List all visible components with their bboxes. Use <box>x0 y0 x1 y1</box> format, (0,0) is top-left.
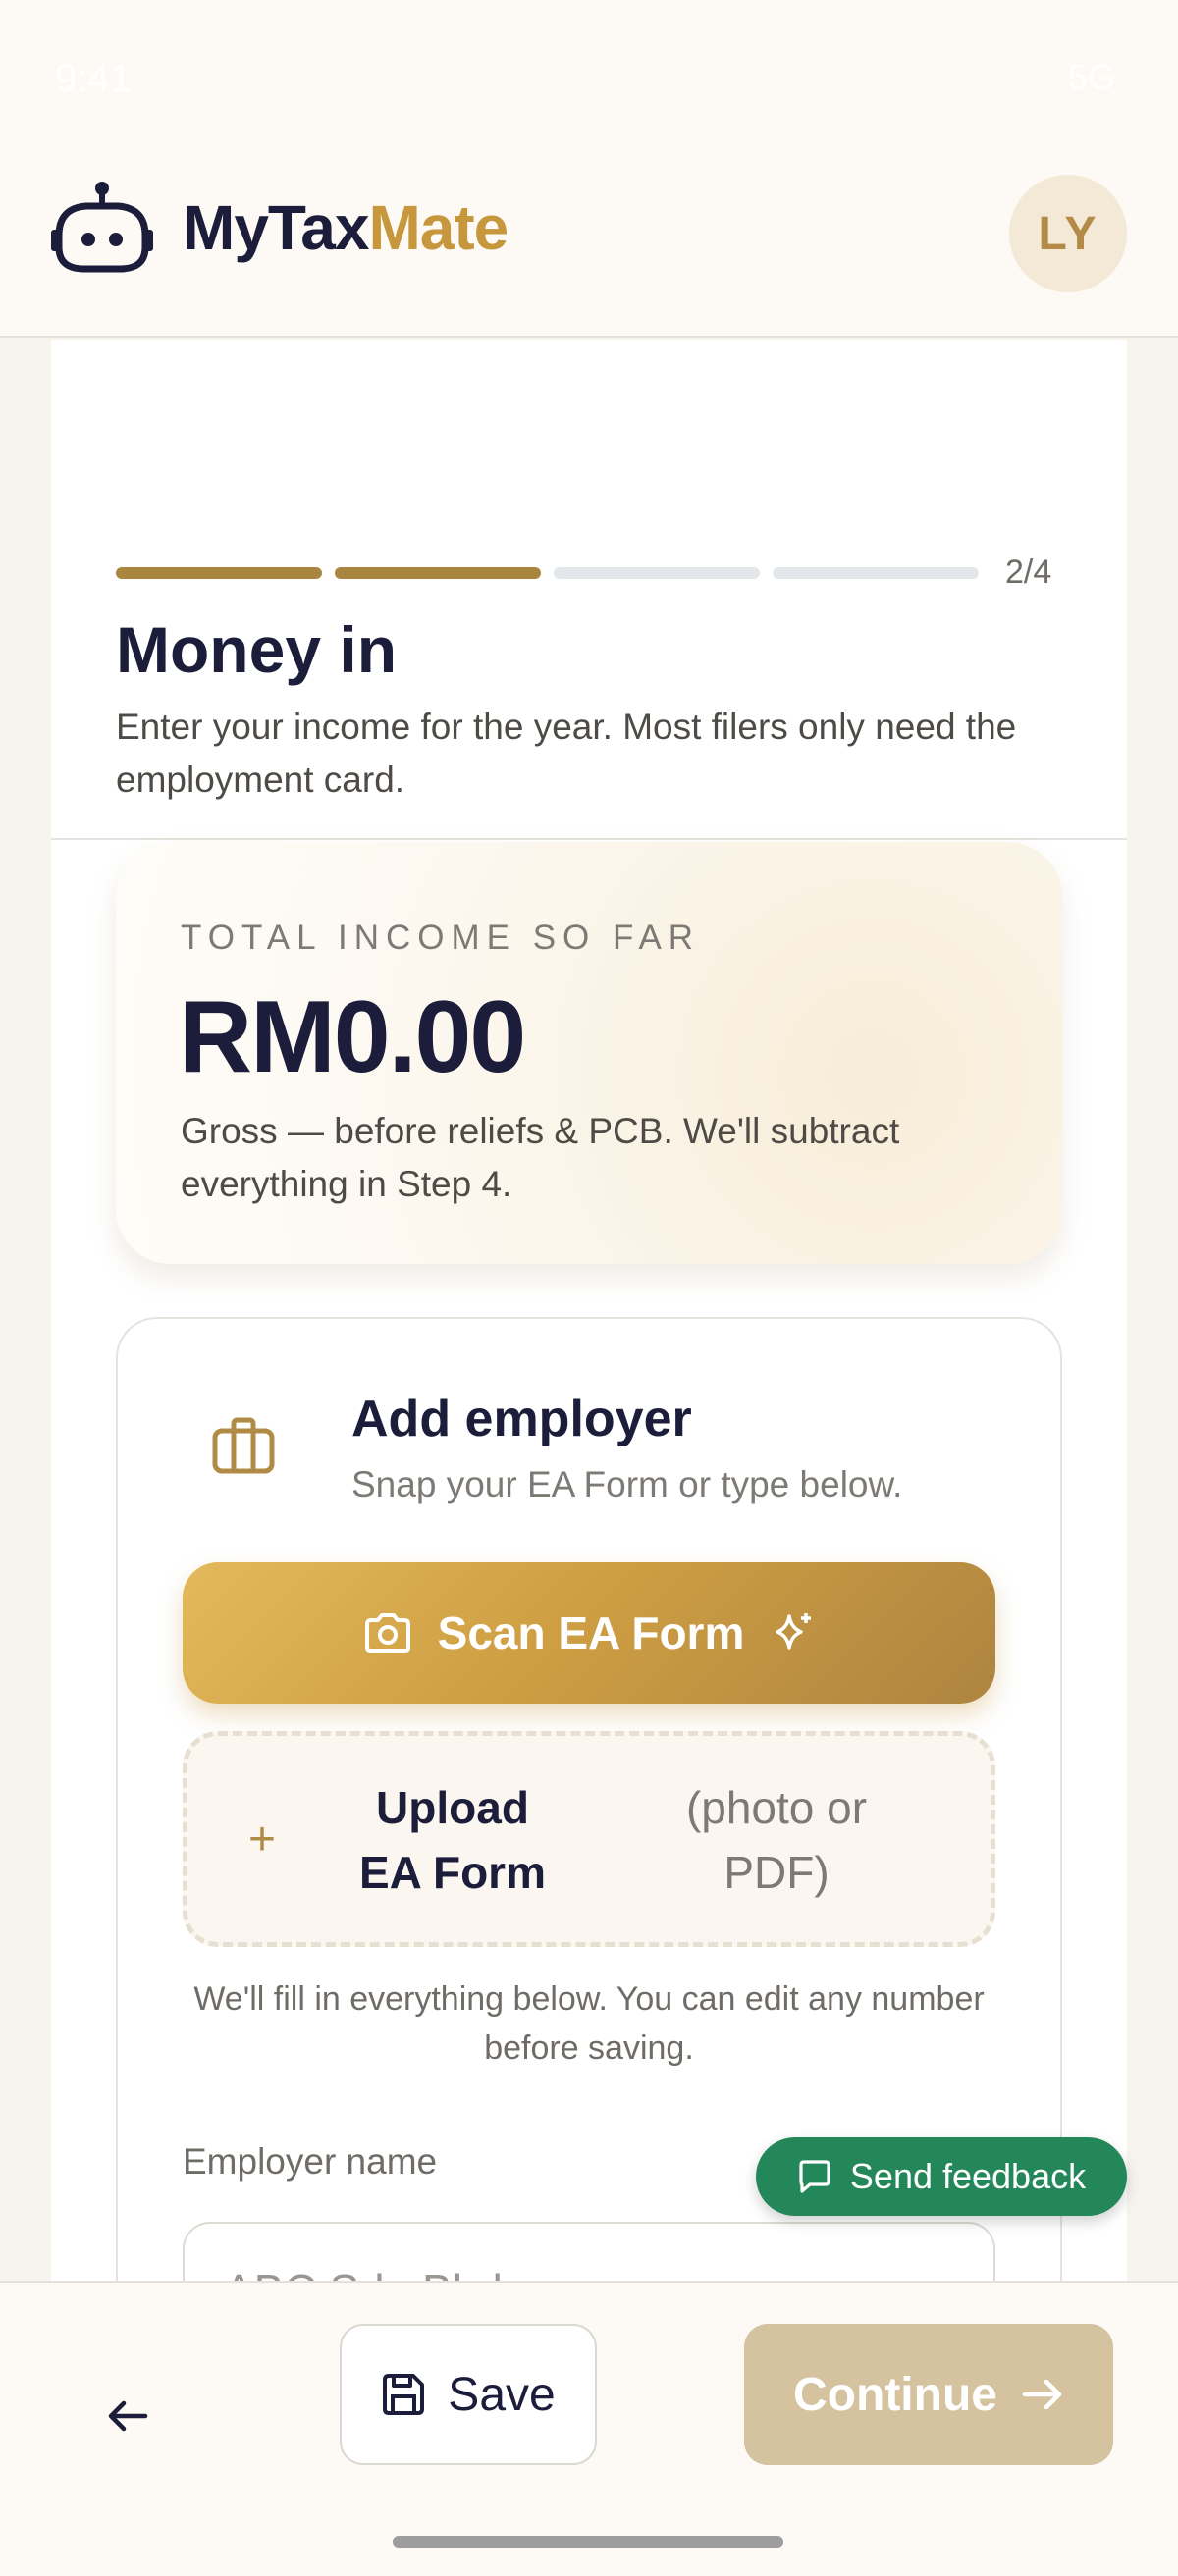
upload-format-hint: (photo or PDF) <box>685 1782 868 1898</box>
page-subtitle: Enter your income for the year. Most fil… <box>116 707 1017 800</box>
step-counter: 2/4 <box>1005 553 1052 591</box>
page-title: Money in <box>116 613 398 686</box>
add-employer-title: Add employer <box>351 1391 692 1447</box>
sparkle-icon <box>776 1613 812 1650</box>
chat-bubble-icon <box>799 2160 830 2193</box>
status-system: 5G <box>1067 57 1115 97</box>
send-feedback-button[interactable]: Send feedback <box>756 2137 1127 2216</box>
total-income-note: Gross — before reliefs & PCB. We'll subt… <box>181 1111 900 1204</box>
briefcase-icon <box>212 1417 275 1474</box>
status-bar: 9:41 5G <box>0 0 1178 157</box>
upload-ea-form-dropzone[interactable]: + Upload EA Form (photo or PDF) <box>183 1731 995 1947</box>
progress-segment-1 <box>116 566 322 579</box>
arrow-left-icon <box>108 2400 148 2432</box>
total-income-value: RM0.00 <box>179 980 526 1094</box>
back-button[interactable] <box>88 2377 167 2455</box>
step-progress: 2/4 <box>116 553 1051 592</box>
status-time: 9:41 <box>55 57 132 100</box>
avatar[interactable]: LY <box>1009 175 1127 292</box>
camera-icon <box>364 1613 410 1653</box>
brand-name-part1: MyTax <box>183 192 369 263</box>
add-employer-subtitle: Snap your EA Form or type below. <box>351 1464 903 1504</box>
brand-name-part2: Mate <box>368 192 509 263</box>
save-button[interactable]: Save <box>340 2324 597 2465</box>
arrow-right-icon <box>1022 2379 1062 2410</box>
robot-icon <box>51 182 153 273</box>
send-feedback-label: Send feedback <box>849 2156 1087 2196</box>
total-income-label: TOTAL INCOME SO FAR <box>181 919 701 957</box>
continue-label: Continue <box>793 2368 997 2421</box>
employer-name-input[interactable] <box>183 2222 995 2283</box>
autofill-hint: We'll fill in everything below. You can … <box>193 1980 985 2067</box>
employer-name-label: Employer name <box>183 2141 438 2182</box>
floppy-disk-icon <box>383 2374 425 2415</box>
continue-button[interactable]: Continue <box>744 2324 1113 2465</box>
app-header: MyTaxMate LY <box>0 157 1178 338</box>
brand-name: MyTaxMate <box>183 191 509 264</box>
plus-icon: + <box>248 1814 277 1866</box>
bottom-action-bar: Save Continue <box>0 2281 1178 2576</box>
scan-ea-form-button[interactable]: Scan EA Form <box>183 1562 995 1704</box>
progress-segment-4 <box>773 566 979 579</box>
progress-segment-2 <box>335 566 541 579</box>
scan-ea-form-label: Scan EA Form <box>437 1607 745 1658</box>
brand-logo[interactable]: MyTaxMate <box>51 179 509 277</box>
step-header: 2/4 Money in Enter your income for the y… <box>51 340 1127 840</box>
main-content: 2/4 Money in Enter your income for the y… <box>51 340 1127 2283</box>
progress-segment-3 <box>554 566 760 579</box>
upload-ea-form-label: Upload EA Form <box>359 1782 546 1898</box>
total-income-card: TOTAL INCOME SO FAR RM0.00 Gross — befor… <box>116 842 1062 1264</box>
save-label: Save <box>448 2368 556 2421</box>
home-indicator[interactable] <box>393 2536 783 2548</box>
